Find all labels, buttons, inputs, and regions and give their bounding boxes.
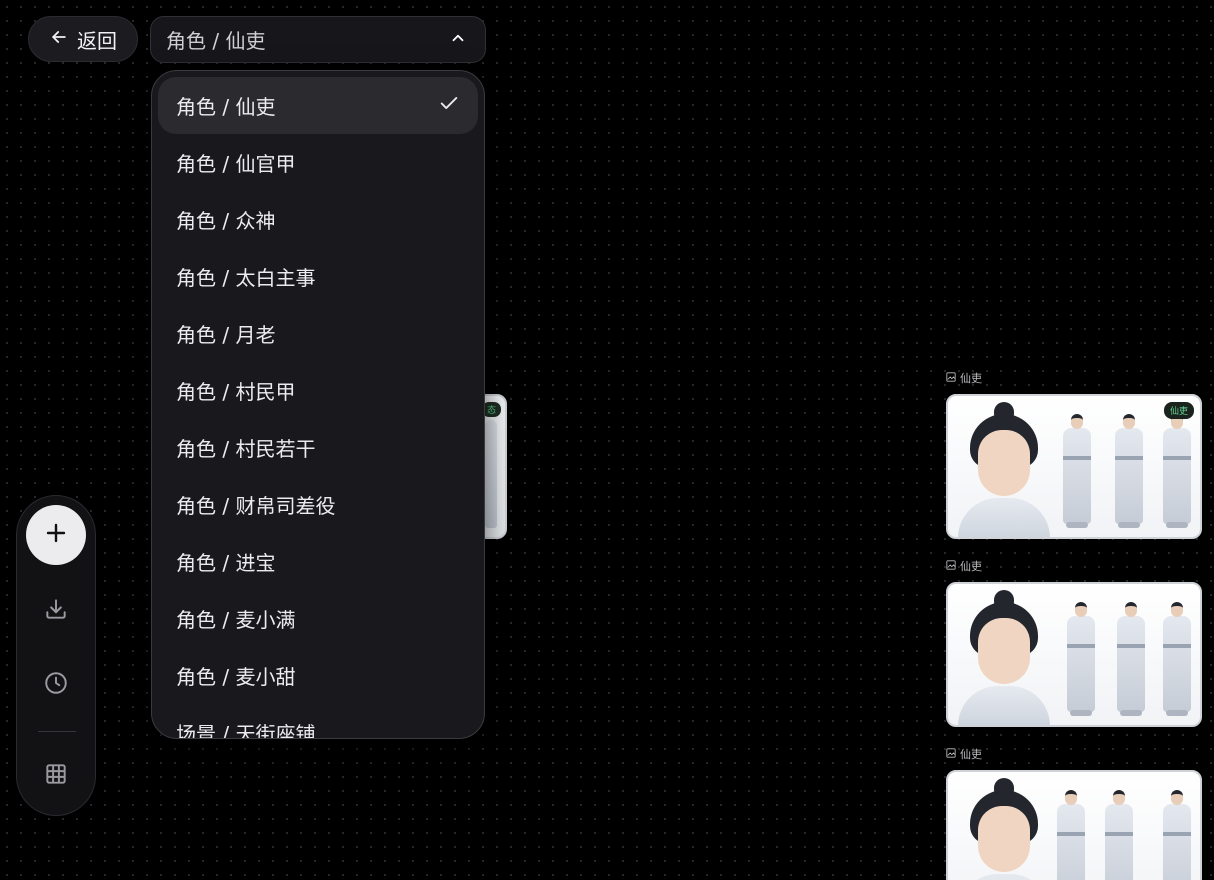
download-icon [43,596,69,626]
character-figure [485,420,497,528]
history-icon [43,670,69,700]
category-option[interactable]: 角色 / 进宝 [158,533,478,590]
back-button-label: 返回 [77,28,117,53]
category-option[interactable]: 角色 / 村民若干 [158,419,478,476]
category-option-label: 角色 / 太白主事 [176,266,316,290]
category-select[interactable]: 角色 / 仙吏 [150,16,486,63]
image-card[interactable] [946,582,1202,727]
character-portrait [958,778,1050,880]
image-card-group: 仙吏 [946,559,1202,727]
category-option[interactable]: 角色 / 麦小满 [158,590,478,647]
arrow-left-icon [49,27,69,52]
image-card-label: 仙吏 [946,559,1202,573]
add-button[interactable] [26,505,86,565]
category-option[interactable]: 角色 / 仙官甲 [158,134,478,191]
category-option[interactable]: 角色 / 众神 [158,191,478,248]
category-option-label: 角色 / 进宝 [176,551,276,575]
category-option[interactable]: 角色 / 仙吏 [158,77,478,134]
history-button[interactable] [41,670,71,700]
image-card-title: 仙吏 [960,560,982,573]
toolbar-divider [38,731,76,732]
category-option-label: 角色 / 财帛司差役 [176,494,336,518]
category-option[interactable]: 角色 / 村民甲 [158,362,478,419]
back-button[interactable]: 返回 [28,16,138,62]
category-option-label: 角色 / 仙吏 [176,95,276,119]
character-portrait [958,402,1050,537]
category-list: 角色 / 仙吏 角色 / 仙官甲 角色 / 众神 角色 / 太白主事 角色 / … [152,71,484,739]
category-option[interactable]: 角色 / 财帛司差役 [158,476,478,533]
category-option-label: 角色 / 麦小满 [176,608,296,632]
grid-button[interactable] [41,761,71,791]
character-portrait [958,590,1050,725]
category-option-label: 角色 / 众神 [176,209,276,233]
grid-icon [43,761,69,791]
image-card-title: 仙吏 [960,372,982,385]
image-icon [946,371,956,385]
plus-icon [44,521,68,549]
image-card-badge: 仙吏 [1163,402,1194,419]
category-option-label: 角色 / 月老 [176,323,276,347]
character-figure [1064,602,1098,720]
category-option[interactable]: 角色 / 麦小甜 [158,647,478,704]
category-option-label: 角色 / 麦小甜 [176,665,296,689]
image-icon [946,747,956,761]
category-option[interactable]: 角色 / 太白主事 [158,248,478,305]
character-figure [1112,414,1146,532]
character-figure [1114,602,1148,720]
image-icon [946,559,956,573]
download-button[interactable] [41,596,71,626]
image-card-label: 仙吏 [946,371,1202,385]
category-option-label: 角色 / 仙官甲 [176,152,296,176]
check-icon [438,92,460,119]
category-option-label: 场景 / 天街座铺 [176,722,316,739]
image-card-group: 仙吏 [946,747,1202,880]
chevron-up-icon [449,28,467,52]
category-option-label: 角色 / 村民若干 [176,437,316,461]
character-figure [1160,602,1194,720]
category-dropdown: 角色 / 仙吏 角色 / 仙官甲 角色 / 众神 角色 / 太白主事 角色 / … [151,70,485,739]
category-option[interactable]: 角色 / 月老 [158,305,478,362]
image-card-label: 仙吏 [946,747,1202,761]
category-select-value: 角色 / 仙吏 [166,29,266,53]
character-figure [1060,414,1094,532]
canvas-toolbar [16,495,96,816]
image-card[interactable] [946,770,1202,880]
character-figure [1054,790,1088,880]
category-option[interactable]: 场景 / 天街座铺 [158,704,478,739]
image-card-title: 仙吏 [960,748,982,761]
character-figure [1102,790,1136,880]
image-card[interactable]: 仙吏 [946,394,1202,539]
image-card-group: 仙吏 仙吏 [946,371,1202,539]
character-figure [1160,790,1194,880]
character-figure [1160,414,1194,532]
category-option-label: 角色 / 村民甲 [176,380,296,404]
